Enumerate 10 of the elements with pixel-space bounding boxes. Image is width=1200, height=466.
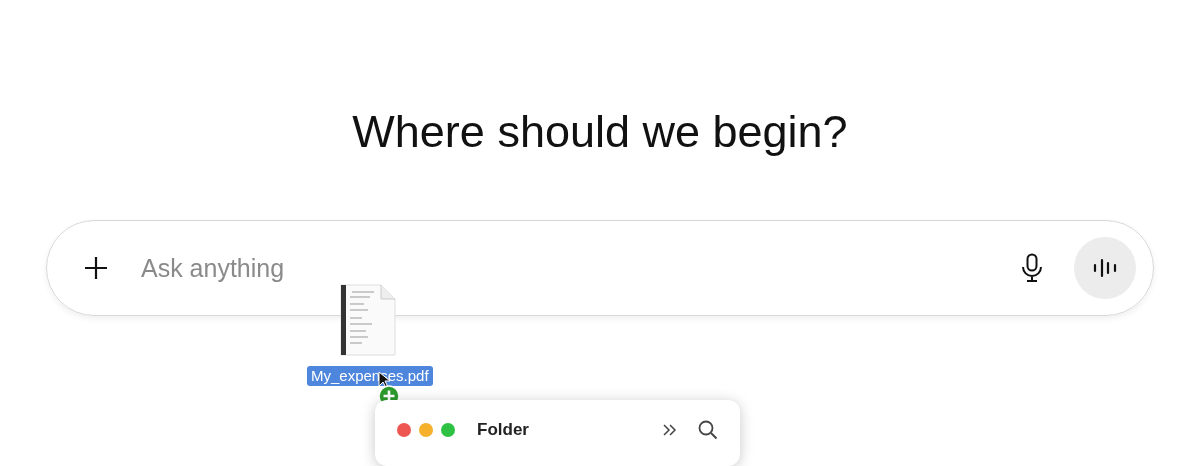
search-icon[interactable] — [698, 420, 718, 440]
waveform-icon — [1092, 258, 1118, 278]
close-button[interactable] — [397, 423, 411, 437]
double-chevron-icon[interactable] — [662, 423, 678, 437]
page-heading: Where should we begin? — [352, 105, 848, 159]
microphone-icon — [1021, 253, 1043, 283]
pdf-document-icon[interactable] — [340, 284, 396, 356]
window-title: Folder — [477, 420, 530, 440]
message-input[interactable]: Ask anything — [139, 247, 1016, 289]
plus-icon — [83, 255, 109, 281]
